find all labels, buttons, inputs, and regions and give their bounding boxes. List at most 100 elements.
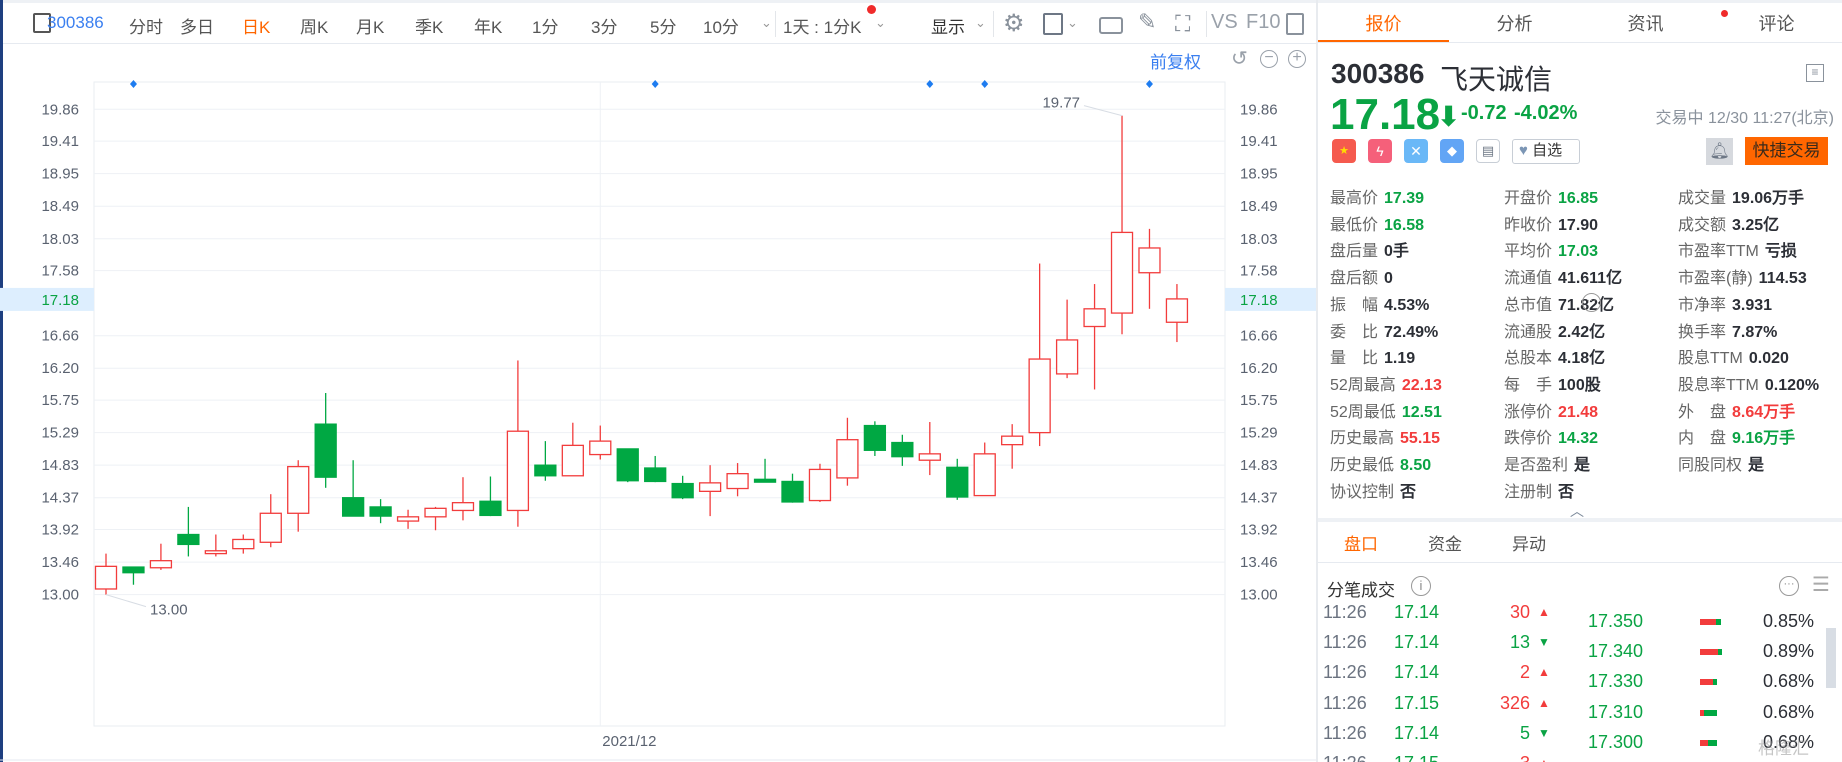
period-tab[interactable]: 月K bbox=[356, 13, 384, 38]
candle-body bbox=[122, 566, 145, 574]
info-icon[interactable]: i bbox=[1411, 576, 1431, 596]
stock-code[interactable]: 300386 bbox=[47, 13, 104, 33]
candle[interactable] bbox=[506, 360, 530, 527]
candle[interactable] bbox=[1083, 284, 1106, 390]
candle[interactable] bbox=[1028, 263, 1051, 447]
quote-tab[interactable]: 分析 bbox=[1449, 10, 1580, 36]
event-marker-icon[interactable] bbox=[651, 80, 659, 88]
menu-icon[interactable]: ≡ bbox=[1806, 64, 1824, 82]
expand-icon[interactable]: ⛶ bbox=[1175, 11, 1190, 37]
quick-trade-button[interactable]: 快捷交易 bbox=[1745, 137, 1828, 165]
quote-tab[interactable]: 资讯 bbox=[1580, 10, 1711, 36]
period-tab[interactable]: 10分 bbox=[703, 13, 739, 38]
period-tab[interactable]: 1分 bbox=[532, 13, 558, 38]
candle[interactable] bbox=[369, 499, 392, 524]
more-icon[interactable]: ··· bbox=[1779, 576, 1799, 596]
chevron-down-icon[interactable]: ⌄ bbox=[875, 15, 886, 31]
candle[interactable] bbox=[94, 553, 118, 595]
period-tab[interactable]: 5分 bbox=[650, 13, 676, 38]
period-tab[interactable]: 周K bbox=[300, 13, 328, 38]
display-menu[interactable]: 显示 bbox=[931, 13, 965, 38]
candle[interactable] bbox=[781, 473, 804, 503]
period-tab[interactable]: 季K bbox=[415, 13, 443, 38]
event-marker-icon[interactable] bbox=[1145, 80, 1153, 88]
square-icon[interactable] bbox=[1043, 13, 1063, 35]
vs-button[interactable]: VS bbox=[1211, 11, 1238, 34]
event-marker-icon[interactable] bbox=[981, 80, 989, 88]
event-marker-icon[interactable] bbox=[129, 80, 137, 88]
panel-toggle-icon[interactable] bbox=[1286, 13, 1304, 35]
more-icon[interactable]: ··· bbox=[1582, 292, 1601, 312]
candle[interactable] bbox=[726, 463, 749, 497]
candle[interactable] bbox=[1001, 424, 1024, 469]
period-tab[interactable]: 年K bbox=[474, 13, 502, 38]
candle[interactable] bbox=[1165, 284, 1189, 343]
f10-button[interactable]: F10 bbox=[1246, 11, 1280, 34]
candle[interactable] bbox=[479, 476, 502, 517]
quote-item: 成交额 3.25亿 bbox=[1678, 211, 1779, 235]
bookmark-icon[interactable]: ▤ bbox=[1476, 139, 1500, 163]
add-watchlist-button[interactable]: ♥ 自选 bbox=[1512, 139, 1580, 164]
candle[interactable] bbox=[204, 534, 227, 557]
candle[interactable] bbox=[616, 448, 639, 483]
period-tab[interactable]: 分时 bbox=[129, 13, 163, 38]
candle[interactable] bbox=[671, 475, 694, 500]
candle[interactable] bbox=[973, 442, 996, 497]
candle[interactable] bbox=[918, 422, 941, 476]
bell-icon[interactable]: 🔔︎ bbox=[1706, 138, 1733, 165]
chevron-down-icon[interactable]: ⌄ bbox=[1067, 15, 1078, 31]
chevron-down-icon[interactable]: ⌄ bbox=[761, 15, 772, 31]
quote-tab[interactable]: 评论 bbox=[1711, 10, 1842, 36]
scrollbar[interactable] bbox=[1826, 628, 1836, 688]
candlestick-chart[interactable]: 19.86 19.86 19.41 19.41 18.95 18.95 18.49 18.49… bbox=[0, 44, 1316, 762]
candle[interactable] bbox=[122, 566, 145, 585]
candle[interactable] bbox=[287, 460, 310, 532]
camera-icon[interactable] bbox=[1099, 17, 1123, 34]
candle[interactable] bbox=[149, 543, 173, 570]
candle[interactable] bbox=[1055, 299, 1079, 379]
tag-icon[interactable]: ◆ bbox=[1440, 139, 1464, 163]
period-tab[interactable]: 3分 bbox=[591, 13, 617, 38]
china-flag-icon[interactable]: ★ bbox=[1332, 139, 1356, 163]
candle[interactable] bbox=[1110, 115, 1134, 335]
quote-tab[interactable]: 报价 bbox=[1318, 10, 1449, 36]
quote-label: 盘后量 bbox=[1330, 243, 1379, 261]
sub-tab[interactable]: 异动 bbox=[1496, 530, 1562, 555]
sub-tab[interactable]: 资金 bbox=[1412, 530, 1478, 555]
quote-label: 同股同权 bbox=[1678, 457, 1743, 474]
candle[interactable] bbox=[644, 455, 667, 483]
candle[interactable] bbox=[891, 434, 914, 466]
candle[interactable] bbox=[396, 509, 420, 529]
level-price: 17.300 bbox=[1588, 731, 1644, 752]
period-tab[interactable]: 多日 bbox=[180, 13, 214, 38]
interval-select[interactable]: 1天 : 1分K bbox=[783, 13, 861, 38]
list-icon[interactable]: ☰ bbox=[1812, 572, 1830, 597]
pencil-icon[interactable]: ✎ bbox=[1138, 9, 1156, 35]
candle[interactable] bbox=[808, 463, 832, 502]
candle[interactable] bbox=[232, 534, 255, 554]
candle[interactable] bbox=[259, 494, 282, 548]
candle[interactable] bbox=[341, 460, 365, 517]
tick-price: 17.14 bbox=[1394, 603, 1440, 622]
event-marker-icon[interactable] bbox=[926, 80, 934, 88]
candle[interactable] bbox=[534, 441, 557, 481]
candle[interactable] bbox=[424, 506, 447, 531]
shuffle-icon[interactable]: ✕ bbox=[1404, 139, 1428, 163]
candle[interactable] bbox=[314, 393, 337, 488]
chevron-down-icon[interactable]: ⌄ bbox=[975, 15, 986, 31]
candle[interactable] bbox=[451, 477, 475, 521]
sub-tab[interactable]: 盘口 bbox=[1328, 530, 1394, 555]
candle[interactable] bbox=[836, 417, 859, 486]
candle[interactable] bbox=[1138, 228, 1161, 309]
candle[interactable] bbox=[589, 425, 612, 460]
candle[interactable] bbox=[561, 422, 584, 477]
period-tab[interactable]: 日K bbox=[242, 13, 270, 38]
candle[interactable] bbox=[177, 506, 200, 557]
quote-item: 是否盈利是 bbox=[1504, 451, 1590, 475]
gear-icon[interactable]: ⚙ bbox=[1003, 9, 1025, 38]
lightning-icon[interactable]: ϟ bbox=[1368, 139, 1392, 163]
quote-value: 1.19 bbox=[1384, 350, 1416, 368]
candle[interactable] bbox=[863, 421, 887, 456]
candle[interactable] bbox=[698, 465, 722, 517]
candle[interactable] bbox=[753, 458, 777, 483]
